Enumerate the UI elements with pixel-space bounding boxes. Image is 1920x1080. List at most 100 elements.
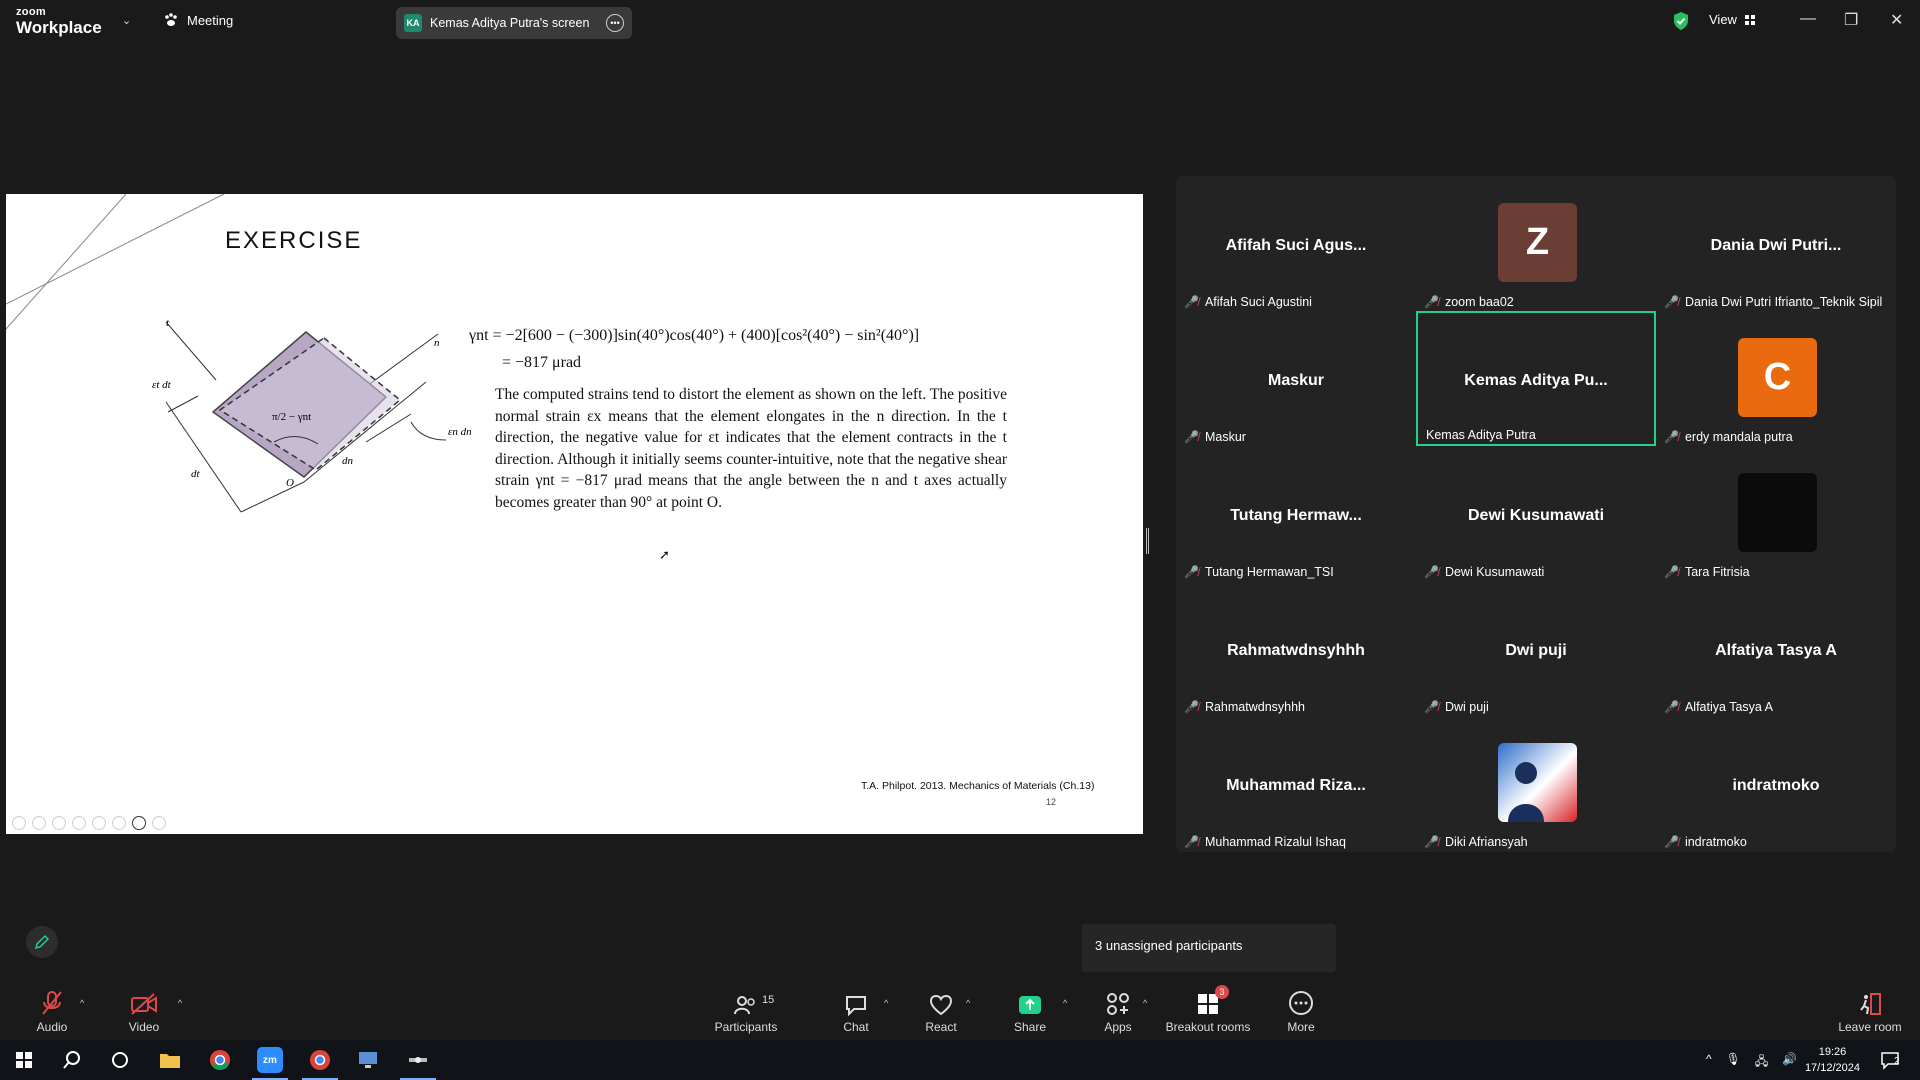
mic-muted-icon: 🎤̸ xyxy=(1184,295,1199,309)
shield-icon[interactable] xyxy=(1672,11,1690,31)
share-button[interactable]: Share xyxy=(985,988,1075,1034)
mic-muted-icon xyxy=(42,991,62,1015)
chrome-button[interactable] xyxy=(196,1040,244,1080)
shared-screen-tab[interactable]: KA Kemas Aditya Putra's screen ••• xyxy=(396,7,632,39)
view-button[interactable]: View xyxy=(1709,12,1755,27)
participant-tile[interactable]: indratmoko 🎤̸ indratmoko xyxy=(1656,716,1896,851)
participant-label-text: Dwi puji xyxy=(1444,700,1489,714)
react-button[interactable]: React xyxy=(896,988,986,1034)
participant-tile[interactable]: Muhammad Riza... 🎤̸ Muhammad Rizalul Isha… xyxy=(1176,716,1416,851)
remote-desktop-button[interactable] xyxy=(344,1040,392,1080)
participant-tile[interactable]: Dwi puji 🎤̸ Dwi puji xyxy=(1416,581,1656,716)
mic-muted-icon: 🎤̸ xyxy=(1184,430,1199,444)
participant-gallery: Afifah Suci Agus... 🎤̸ Afifah Suci Agusti… xyxy=(1176,176,1896,852)
video-button[interactable]: Video xyxy=(99,988,189,1034)
chrome-profile-button[interactable] xyxy=(296,1040,344,1080)
share-options-chevron-icon[interactable]: ^ xyxy=(1063,998,1067,1008)
search-icon xyxy=(63,1051,80,1069)
participant-label-text: Muhammad Rizalul Ishaq xyxy=(1204,835,1346,849)
participant-tile[interactable]: Maskur 🎤̸ Maskur xyxy=(1176,311,1416,446)
participant-tile[interactable]: Tutang Hermaw... 🎤̸ Tutang Hermawan_TSI xyxy=(1176,446,1416,581)
notification-center-button[interactable]: 2 xyxy=(1880,1050,1900,1075)
active-speaker-tile[interactable]: Kemas Aditya Pu... Kemas Aditya Putra xyxy=(1416,311,1656,446)
zoom-taskbar-button[interactable]: zm xyxy=(246,1040,294,1080)
participant-name-display: Dewi Kusumawati xyxy=(1467,507,1605,525)
avatar: C xyxy=(1738,338,1817,417)
participant-tile[interactable]: Alfatiya Tasya A 🎤̸ Alfatiya Tasya A xyxy=(1656,581,1896,716)
participant-tile[interactable]: Rahmatwdnsyhhh 🎤̸ Rahmatwdnsyhhh xyxy=(1176,581,1416,716)
leave-room-button[interactable]: Leave room xyxy=(1825,988,1915,1034)
more-icon xyxy=(1289,991,1313,1015)
apps-options-chevron-icon[interactable]: ^ xyxy=(1143,998,1147,1008)
windows-start-button[interactable] xyxy=(0,1040,48,1080)
file-explorer-button[interactable] xyxy=(146,1040,194,1080)
participant-label: 🎤̸ Dewi Kusumawati xyxy=(1424,565,1544,579)
zoom-icon[interactable] xyxy=(92,816,106,830)
microphone-icon[interactable]: 🎙 xyxy=(1726,1052,1741,1073)
apps-icon xyxy=(1107,993,1129,1015)
notification-count: 2 xyxy=(1894,1056,1900,1067)
subtitle-icon[interactable] xyxy=(132,816,146,830)
dn-label: dn xyxy=(342,455,354,467)
participant-label: 🎤̸ indratmoko xyxy=(1664,835,1747,849)
meeting-menu[interactable]: Meeting xyxy=(163,12,233,28)
more-options-icon[interactable]: ••• xyxy=(606,14,624,32)
cortana-button[interactable] xyxy=(96,1040,144,1080)
menu-icon[interactable] xyxy=(112,816,126,830)
participant-label-text: Tara Fitrisia xyxy=(1684,565,1750,579)
clock[interactable]: 19:26 17/12/2024 xyxy=(1805,1044,1860,1076)
restore-icon[interactable]: ❐ xyxy=(1844,10,1858,30)
chrome-icon xyxy=(310,1050,330,1070)
breakout-rooms-button[interactable]: 3 Breakout rooms xyxy=(1163,985,1253,1034)
participant-tile[interactable]: C 🎤̸ erdy mandala putra xyxy=(1656,311,1896,446)
minimize-icon[interactable]: — xyxy=(1800,10,1816,28)
split-handle[interactable] xyxy=(1146,528,1149,554)
apps-button[interactable]: Apps xyxy=(1073,988,1163,1034)
prev-icon[interactable] xyxy=(12,816,26,830)
next-icon[interactable] xyxy=(32,816,46,830)
show-hidden-icons-chevron-icon[interactable]: ^ xyxy=(1706,1052,1712,1073)
participant-label-text: Dewi Kusumawati xyxy=(1444,565,1545,579)
participant-label: 🎤̸ erdy mandala putra xyxy=(1664,430,1793,444)
unassigned-participants-popup[interactable]: 3 unassigned participants xyxy=(1082,924,1336,972)
react-options-chevron-icon[interactable]: ^ xyxy=(966,998,970,1008)
volume-icon[interactable]: 🔊 xyxy=(1782,1052,1797,1073)
chevron-down-icon[interactable]: ⌄ xyxy=(122,14,131,27)
participant-tile[interactable]: Afifah Suci Agus... 🎤̸ Afifah Suci Agusti… xyxy=(1176,176,1416,311)
participants-button[interactable]: Participants xyxy=(701,988,791,1034)
chat-options-chevron-icon[interactable]: ^ xyxy=(884,998,888,1008)
participant-tile[interactable]: Dania Dwi Putri... 🎤̸ Dania Dwi Putri Ifr… xyxy=(1656,176,1896,311)
cortana-icon xyxy=(112,1052,128,1068)
participant-label: 🎤̸ Dwi puji xyxy=(1424,700,1489,714)
network-icon[interactable]: 🖧 xyxy=(1755,1052,1768,1073)
participant-tile[interactable]: 🎤̸ Diki Afriansyah xyxy=(1416,716,1656,851)
search-button[interactable] xyxy=(48,1040,96,1080)
pen-icon[interactable] xyxy=(52,816,66,830)
shared-slide: EXERCISE t n εt dt εn dn dt dn O π/2 − γ… xyxy=(6,194,1143,834)
origin-label: O xyxy=(286,477,294,489)
participant-label-text: Afifah Suci Agustini xyxy=(1204,295,1312,309)
breakout-badge: 3 xyxy=(1215,985,1229,999)
participant-tile[interactable]: Dewi Kusumawati 🎤̸ Dewi Kusumawati xyxy=(1416,446,1656,581)
strain-element-figure: t n εt dt εn dn dt dn O π/2 − γnt xyxy=(152,317,472,513)
participant-label-text: Alfatiya Tasya A xyxy=(1684,700,1773,714)
audio-options-chevron-icon[interactable]: ^ xyxy=(80,998,84,1008)
meeting-label: Meeting xyxy=(187,12,234,28)
close-icon[interactable]: ✕ xyxy=(1890,10,1903,30)
app-taskbar-button[interactable] xyxy=(394,1040,442,1080)
video-options-chevron-icon[interactable]: ^ xyxy=(178,998,182,1008)
audio-button[interactable]: Audio xyxy=(7,988,97,1034)
equation-line-2: = −817 μrad xyxy=(502,354,582,371)
zoom-logo[interactable]: zoom Workplace xyxy=(16,7,102,37)
annotate-pen-button[interactable] xyxy=(26,926,58,958)
more-button[interactable]: More xyxy=(1256,988,1346,1034)
participant-tile[interactable]: Z 🎤̸ zoom baa02 xyxy=(1416,176,1656,311)
copy-icon[interactable] xyxy=(72,816,86,830)
more-icon[interactable] xyxy=(152,816,166,830)
chat-button[interactable]: Chat xyxy=(811,988,901,1034)
participant-label-text: Maskur xyxy=(1204,430,1246,444)
breakout-label: Breakout rooms xyxy=(1165,1020,1251,1034)
participant-label: 🎤̸ Alfatiya Tasya A xyxy=(1664,700,1773,714)
participant-tile[interactable]: 🎤̸ Tara Fitrisia xyxy=(1656,446,1896,581)
shared-screen-label: Kemas Aditya Putra's screen xyxy=(430,16,590,30)
